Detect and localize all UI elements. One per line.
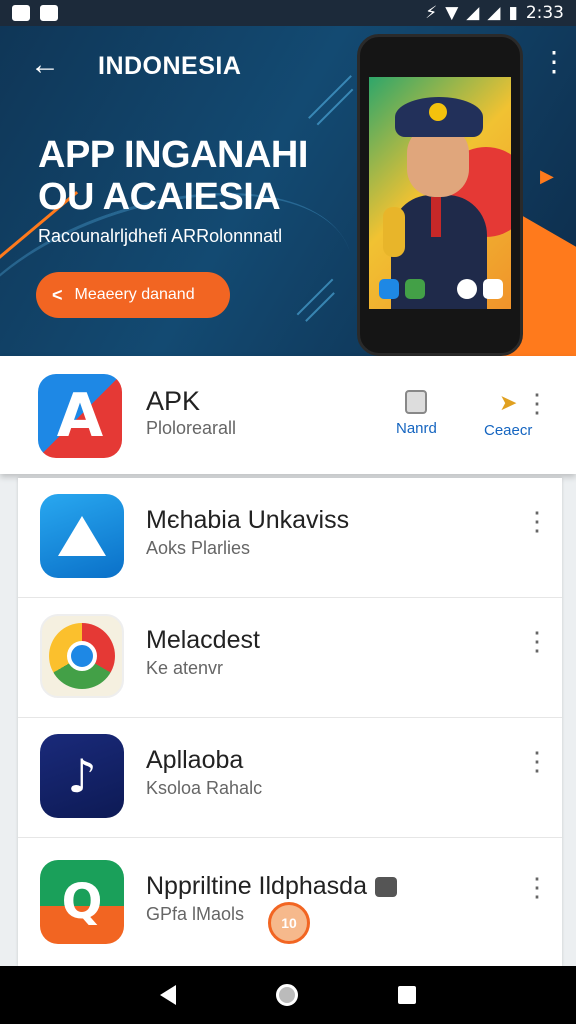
notification-icon [12,5,30,21]
vibrate-icon: ⚡ [425,3,438,23]
featured-action-2-label: Ceaecr [484,422,533,439]
back-arrow-icon[interactable]: ← [30,50,60,80]
signal-icon: ◢ [466,3,480,23]
list-item[interactable]: Mєhabia Unkaviss Aoks Plarlies ⋮ [18,478,562,598]
q-logo-icon: Q [40,860,124,944]
app-name-container: Nppriltine Ildphasda [146,872,397,901]
app-subtitle: GPfa lMaols [146,904,245,924]
app-list: Mєhabia Unkaviss Aoks Plarlies ⋮ Melacde… [18,478,562,966]
app-subtitle: Ke atenvr [146,658,224,678]
featured-app-card[interactable]: A APK Plolorearall Nanrd ➤ Ceaecr ⋮ [0,356,576,474]
featured-more-icon[interactable]: ⋮ [524,390,550,416]
app-name: Mєhabia Unkaviss [146,506,350,534]
share-icon: ➤ [498,390,518,415]
featured-action-1[interactable]: Nanrd [396,390,437,437]
app-subtitle: Ksoloa Rahalc [146,778,263,798]
messages-app-icon [405,279,425,299]
more-options-icon[interactable]: ⋮ [524,628,550,654]
floating-badge[interactable]: 10 [268,902,310,944]
phone-illustration [357,34,523,356]
hero-headline-line2: OU ACAIESIA [38,176,281,218]
play-app-icon [483,279,503,299]
app-name: Melacdest [146,626,260,654]
more-options-icon[interactable]: ⋮ [524,748,550,774]
battery-icon: ▮ [508,3,518,23]
hero-cta-button[interactable]: < Meaeery danand [36,272,230,318]
a-logo-icon [40,494,124,578]
hero-headline: APP INGANAHI OU ACAIESIA [38,134,308,218]
more-options-icon[interactable]: ⋮ [540,48,568,76]
page-title: INDONESIA [98,52,242,80]
hero-banner: ← INDONESIA ⋮ APP INGANAHI OU ACAIESIA R… [0,26,576,356]
nav-home-icon[interactable] [276,984,298,1006]
more-options-icon[interactable]: ⋮ [524,508,550,534]
list-item[interactable]: ♪ Apllaoba Ksoloa Rahalc ⋮ [18,718,562,838]
hero-headline-line1: APP INGANAHI [38,134,308,176]
music-note-icon: ♪ [40,734,124,818]
nav-recents-icon[interactable] [398,986,416,1004]
arrow-right-icon: ▶ [540,166,554,186]
hero-subtitle: Racounalrljdhefi ARRolonnnatl [38,226,283,246]
document-icon [405,390,428,414]
status-time: 2:33 [525,3,564,23]
more-options-icon[interactable]: ⋮ [524,874,550,900]
app-subtitle: Aoks Plarlies [146,538,251,558]
wifi-icon: ▼ [445,3,459,23]
nav-back-icon[interactable] [160,985,176,1005]
apk-logo-icon: A [38,374,122,458]
hero-cta-label: Meaeery danand [74,286,195,303]
featured-app-name: APK [146,386,201,416]
phone-app-icon [379,279,399,299]
chevron-left-icon: < [52,284,63,305]
camera-icon [374,877,397,898]
system-nav-bar [0,966,576,1024]
status-bar: ⚡ ▼ ◢ ◢ ▮ 2:33 [0,0,576,26]
chrome-icon [40,614,124,698]
list-item[interactable]: Melacdest Ke atenvr ⋮ [18,598,562,718]
chrome-app-icon [457,279,477,299]
notification-icon-2 [40,5,58,21]
signal-icon-2: ◢ [487,3,501,23]
featured-app-subtitle: Plolorearall [146,418,237,438]
app-name: Apllaoba [146,746,244,774]
app-name: Nppriltine Ildphasda [146,872,367,900]
featured-action-1-label: Nanrd [396,420,437,437]
